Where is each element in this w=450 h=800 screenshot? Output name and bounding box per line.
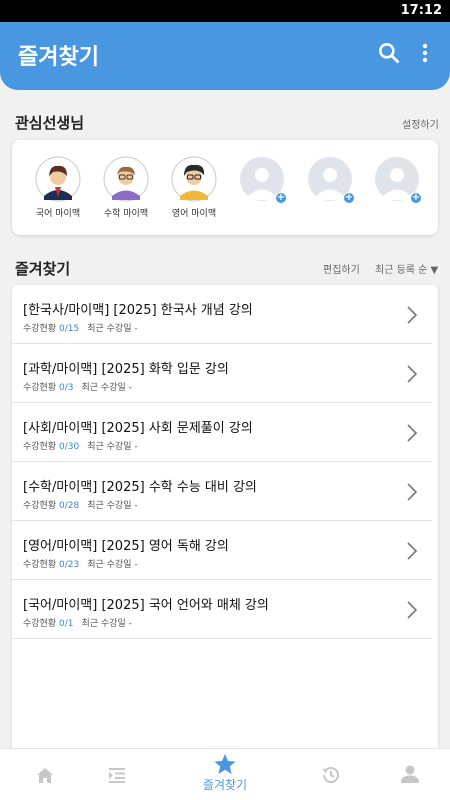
teachers-settings-link[interactable]: 설정하기 [402, 116, 439, 131]
teacher-avatar-math [103, 156, 149, 202]
home-icon [37, 768, 53, 783]
teachers-section-title: 관심선생님 [15, 114, 85, 132]
course-meta: 수강현황 0/28 최근 수강일 - [23, 498, 138, 511]
chevron-right-icon [407, 365, 418, 383]
add-teacher-slot[interactable]: + [234, 156, 290, 204]
chevron-right-icon [407, 601, 418, 619]
status-label: 수강현황 [23, 619, 57, 629]
course-progress: 0/28 [59, 501, 80, 511]
nav-favorites[interactable]: 즐겨찾기 [180, 749, 270, 800]
teacher-name: 영어 마이맥 [171, 209, 217, 219]
list-icon [109, 768, 125, 783]
course-row[interactable]: [과학/마이맥] [2025] 화학 입문 강의 수강현황 0/3 최근 수강일 … [12, 344, 432, 403]
course-title: [과학/마이맥] [2025] 화학 입문 강의 [23, 362, 229, 377]
course-progress: 0/1 [59, 619, 74, 629]
nav-profile[interactable] [365, 749, 450, 800]
course-meta: 수강현황 0/15 최근 수강일 - [23, 321, 138, 334]
nav-list[interactable] [72, 749, 162, 800]
nav-favorites-label: 즐겨찾기 [202, 778, 248, 792]
status-label: 수강현황 [23, 383, 57, 393]
teacher-name: 수학 마이맥 [103, 209, 149, 219]
course-row[interactable]: [한국사/마이맥] [2025] 한국사 개념 강의 수강현황 0/15 최근 수… [12, 285, 432, 344]
course-title: [한국사/마이맥] [2025] 한국사 개념 강의 [23, 303, 253, 318]
plus-icon: + [343, 192, 355, 204]
status-label: 수강현황 [23, 442, 57, 452]
course-recent: 최근 수강일 - [87, 501, 138, 511]
course-recent: 최근 수강일 - [87, 442, 138, 452]
course-meta: 수강현황 0/3 최근 수강일 - [23, 380, 132, 393]
course-progress: 0/15 [59, 324, 80, 334]
plus-icon: + [410, 192, 422, 204]
status-label: 수강현황 [23, 560, 57, 570]
favorites-list: [한국사/마이맥] [2025] 한국사 개념 강의 수강현황 0/15 최근 수… [12, 285, 438, 755]
sort-dropdown[interactable]: 최근 등록 순 ▼ [375, 261, 438, 276]
search-icon[interactable] [376, 40, 402, 66]
more-vert-icon[interactable] [414, 40, 436, 66]
teacher-name: 국어 마이맥 [35, 209, 81, 219]
history-icon [322, 767, 339, 783]
course-progress: 0/3 [59, 383, 74, 393]
teacher-avatar-korean [35, 156, 81, 202]
course-progress: 0/23 [59, 560, 80, 570]
course-progress: 0/30 [59, 442, 80, 452]
course-recent: 최근 수강일 - [87, 560, 138, 570]
chevron-right-icon [407, 424, 418, 442]
course-meta: 수강현황 0/23 최근 수강일 - [23, 557, 138, 570]
course-row[interactable]: [수학/마이맥] [2025] 수학 수능 대비 강의 수강현황 0/28 최근 … [12, 462, 432, 521]
course-title: [사회/마이맥] [2025] 사회 문제풀이 강의 [23, 421, 253, 436]
app-bar: 즐겨찾기 [0, 22, 450, 90]
status-label: 수강현황 [23, 324, 57, 334]
teacher-math[interactable]: 수학 마이맥 [98, 156, 154, 219]
course-row[interactable]: [사회/마이맥] [2025] 사회 문제풀이 강의 수강현황 0/30 최근 수… [12, 403, 432, 462]
page-title: 즐겨찾기 [18, 45, 99, 70]
status-bar: 17:12 [0, 0, 450, 22]
teacher-english[interactable]: 영어 마이맥 [166, 156, 222, 219]
chevron-right-icon [407, 306, 418, 324]
teacher-korean[interactable]: 국어 마이맥 [30, 156, 86, 219]
course-meta: 수강현황 0/1 최근 수강일 - [23, 616, 132, 629]
teacher-avatar-english [171, 156, 217, 202]
course-row[interactable]: [영어/마이맥] [2025] 영어 독해 강의 수강현황 0/23 최근 수강일… [12, 521, 432, 580]
course-recent: 최근 수강일 - [81, 619, 132, 629]
bottom-nav: 즐겨찾기 [0, 748, 450, 800]
person-icon [401, 765, 419, 783]
star-icon [214, 754, 236, 774]
plus-icon: + [275, 192, 287, 204]
course-title: [영어/마이맥] [2025] 영어 독해 강의 [23, 539, 229, 554]
course-row[interactable]: [국어/마이맥] [2025] 국어 언어와 매체 강의 수강현황 0/1 최근 … [12, 580, 432, 639]
course-title: [국어/마이맥] [2025] 국어 언어와 매체 강의 [23, 598, 269, 613]
chevron-right-icon [407, 483, 418, 501]
add-teacher-slot[interactable]: + [302, 156, 358, 204]
nav-history[interactable] [286, 749, 376, 800]
status-time: 17:12 [400, 3, 442, 18]
course-meta: 수강현황 0/30 최근 수강일 - [23, 439, 138, 452]
course-recent: 최근 수강일 - [87, 324, 138, 334]
add-teacher-slot[interactable]: + [369, 156, 425, 204]
favorites-section-title: 즐겨찾기 [15, 260, 71, 278]
course-recent: 최근 수강일 - [81, 383, 132, 393]
teachers-card: 국어 마이맥 수학 마이맥 영어 마이맥 + + + [12, 140, 438, 235]
chevron-right-icon [407, 542, 418, 560]
course-title: [수학/마이맥] [2025] 수학 수능 대비 강의 [23, 480, 257, 495]
edit-button[interactable]: 편집하기 [323, 261, 360, 276]
status-label: 수강현황 [23, 501, 57, 511]
